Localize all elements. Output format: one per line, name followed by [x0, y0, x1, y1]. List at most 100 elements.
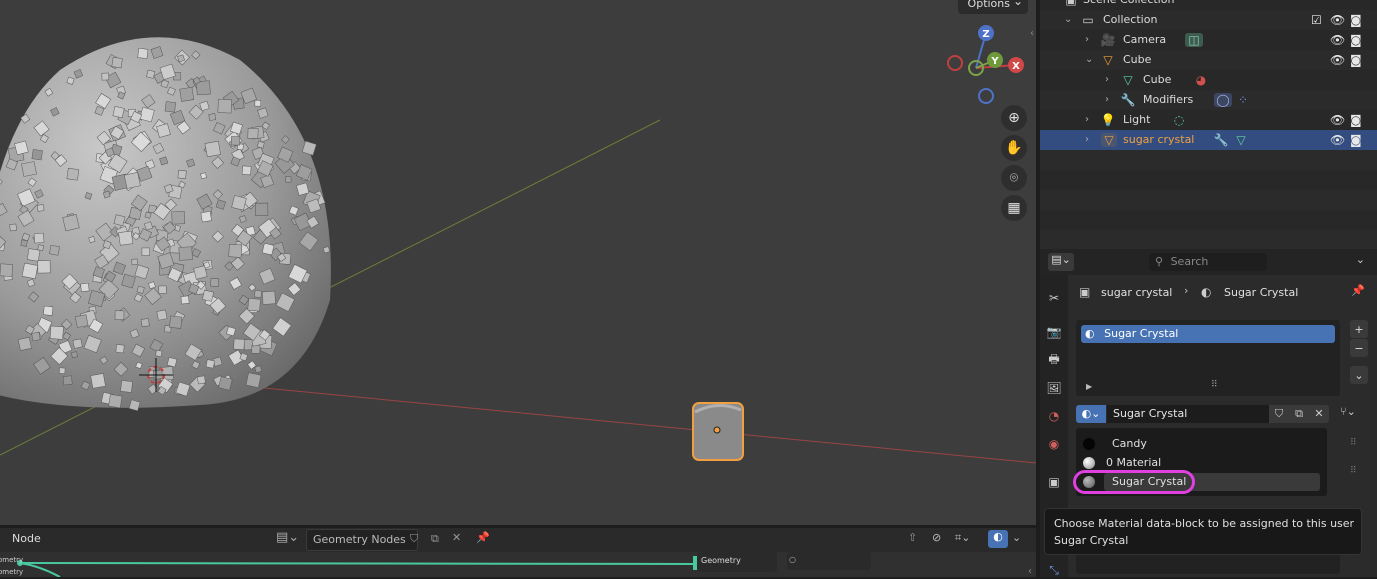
collapse-chevron-icon[interactable]: ⌄: [1085, 50, 1093, 70]
outliner-item-label: sugar crystal: [1123, 133, 1195, 146]
material-name-field[interactable]: Sugar Crystal: [1107, 405, 1273, 423]
expand-chevron-icon[interactable]: ›: [1085, 130, 1089, 150]
scene-tab-icon[interactable]: ◔: [1045, 407, 1063, 425]
render-camera-icon[interactable]: ◙: [1350, 10, 1362, 30]
add-slot-button[interactable]: +: [1350, 320, 1368, 338]
sidebar-toggle-icon[interactable]: ‹: [1028, 566, 1032, 577]
snap-element-icon[interactable]: ⌗⌄: [955, 531, 970, 545]
world-tab-icon[interactable]: ◉: [1045, 435, 1063, 453]
visibility-eye-icon[interactable]: 👁: [1330, 10, 1345, 30]
render-camera-icon[interactable]: ◙: [1350, 50, 1362, 70]
outliner-row-cube-mesh[interactable]: › ▽ Cube ◕: [1040, 70, 1377, 90]
expand-chevron-icon[interactable]: ›: [1085, 110, 1089, 130]
crystal-particle: [17, 336, 32, 351]
unlink-close-icon[interactable]: ✕: [1309, 405, 1329, 423]
crystal-particle: [71, 351, 78, 359]
crystal-particle: [37, 260, 51, 274]
camera-view-icon[interactable]: ⌾: [1001, 165, 1027, 191]
remove-slot-button[interactable]: −: [1350, 339, 1368, 357]
sidebar-toggle-icon[interactable]: ‹: [1030, 28, 1034, 39]
properties-search-input[interactable]: ⚲ Search: [1149, 253, 1267, 271]
view-layer-tab-icon[interactable]: 🖼: [1045, 379, 1063, 397]
collection-tab-icon[interactable]: ▣: [1045, 473, 1063, 491]
collapse-chevron-icon[interactable]: ⌄: [1064, 10, 1072, 30]
slot-specials-chevron-icon[interactable]: ⌄: [1350, 366, 1368, 384]
snap-icon[interactable]: ⊘: [932, 531, 941, 544]
duplicate-icon[interactable]: ⧉: [431, 532, 439, 546]
crystal-particle: [108, 394, 123, 409]
parent-tree-up-icon[interactable]: ⇧: [908, 531, 917, 544]
node-editor-canvas[interactable]: ometry ometry Geometry ○ ‹: [0, 552, 1036, 577]
visibility-eye-icon[interactable]: 👁: [1330, 30, 1345, 50]
ortho-grid-icon[interactable]: ▦: [1001, 195, 1027, 221]
outliner-row-sugar-crystal[interactable]: › ▽ sugar crystal 🔧 ▽ 👁 ◙: [1040, 130, 1377, 150]
outliner-row-light[interactable]: › 💡 Light ◌ 👁 ◙: [1040, 110, 1377, 130]
zoom-icon[interactable]: ⊕: [1001, 105, 1027, 131]
header-chevron-icon[interactable]: ⌄: [1356, 253, 1365, 266]
render-camera-icon[interactable]: ◙: [1350, 30, 1362, 50]
expand-chevron-icon[interactable]: ›: [1085, 30, 1089, 50]
fake-user-shield-icon[interactable]: ⛉: [410, 532, 418, 546]
expand-chevron-icon[interactable]: ›: [1105, 70, 1109, 90]
panel-grip-icon[interactable]: ⠿: [1350, 438, 1357, 448]
physics-tab-icon[interactable]: ⤡: [1045, 561, 1063, 579]
crystal-particle: [247, 297, 261, 312]
group-output-node[interactable]: Geometry: [697, 552, 777, 572]
exclude-checkbox-icon[interactable]: ☑: [1311, 10, 1322, 30]
3d-viewport[interactable]: Z X Y Options ‹ ⊕ ✋ ⌾ ▦: [0, 0, 1036, 525]
outliner-row-modifiers[interactable]: › 🔧 Modifiers ◯ ⁘: [1040, 90, 1377, 110]
node-tree-type-icon[interactable]: ▤⌄: [276, 530, 299, 550]
pan-hand-icon[interactable]: ✋: [1001, 135, 1027, 161]
visibility-eye-icon[interactable]: 👁: [1330, 50, 1345, 70]
crystal-particle: [155, 349, 163, 357]
crystal-particle: [233, 338, 245, 350]
outliner-empty-row: [1040, 150, 1377, 170]
panel-grip-icon[interactable]: ⠿: [1350, 466, 1357, 476]
outliner-row-camera[interactable]: › 🎥 Camera ◫ 👁 ◙: [1040, 30, 1377, 50]
output-tab-icon[interactable]: 🖶: [1045, 351, 1063, 369]
material-slot-item[interactable]: ◐ Sugar Crystal: [1081, 325, 1335, 343]
breadcrumb-separator-icon: ›: [1184, 284, 1189, 297]
visibility-eye-icon[interactable]: 👁: [1330, 130, 1345, 150]
tool-tab-icon[interactable]: ✂: [1045, 289, 1063, 307]
viewer-node[interactable]: ○: [787, 552, 871, 570]
node-menu[interactable]: Node: [12, 532, 41, 545]
crystal-particle: [74, 314, 89, 328]
outliner-row-cube[interactable]: ⌄ ▽ Cube 👁 ◙: [1040, 50, 1377, 70]
outliner-row-scene-collection[interactable]: ▣ Scene Collection: [1040, 0, 1377, 10]
outliner-empty-row: [1040, 190, 1377, 210]
material-sphere-icon: ◐: [1085, 327, 1095, 340]
render-camera-icon[interactable]: ◙: [1350, 130, 1362, 150]
new-material-duplicate-icon[interactable]: ⧉: [1289, 405, 1309, 423]
expand-triangle-icon[interactable]: ▶: [1086, 382, 1092, 391]
overlay-options-chevron-icon[interactable]: ⌄: [1012, 531, 1021, 544]
browse-material-button[interactable]: ◐⌄: [1076, 405, 1106, 423]
crystal-particle: [156, 309, 168, 321]
options-dropdown[interactable]: Options: [957, 0, 1028, 14]
crystal-particle: [62, 214, 80, 232]
render-tab-icon[interactable]: 📷: [1045, 323, 1063, 341]
dropdown-item[interactable]: Candy: [1076, 435, 1327, 453]
crystal-particle: [322, 246, 331, 254]
fake-user-shield-icon[interactable]: ⛉: [1269, 405, 1289, 423]
visibility-eye-icon[interactable]: 👁: [1330, 110, 1345, 130]
render-camera-icon[interactable]: ◙: [1350, 110, 1362, 130]
pin-icon[interactable]: 📌: [1351, 284, 1365, 297]
resize-grip-icon[interactable]: ⠿: [1211, 380, 1218, 390]
breadcrumb-material: Sugar Crystal: [1224, 286, 1299, 299]
editor-type-icon[interactable]: ▤⌄: [1048, 253, 1074, 271]
crystal-particle: [171, 210, 185, 225]
outliner-row-collection[interactable]: ⌄ ▭ Collection ☑ 👁 ◙: [1040, 10, 1377, 30]
crystal-particle: [230, 136, 241, 146]
material-icon: ◕: [1195, 73, 1207, 87]
unlink-close-icon[interactable]: ✕: [452, 531, 461, 544]
expand-chevron-icon[interactable]: ›: [1105, 90, 1109, 110]
settings-panel: [1076, 552, 1340, 574]
node-tree-name-field[interactable]: Geometry Nodes: [306, 529, 418, 551]
link-type-chevron-icon[interactable]: ⑂⌄: [1340, 405, 1356, 418]
crystal-particle: [49, 325, 64, 340]
overlay-toggle-icon[interactable]: ◐: [988, 530, 1008, 548]
geometry-nodes-icon: ⁘: [1237, 93, 1249, 107]
pin-icon[interactable]: 📌: [476, 531, 490, 544]
node-links: [17, 556, 698, 577]
